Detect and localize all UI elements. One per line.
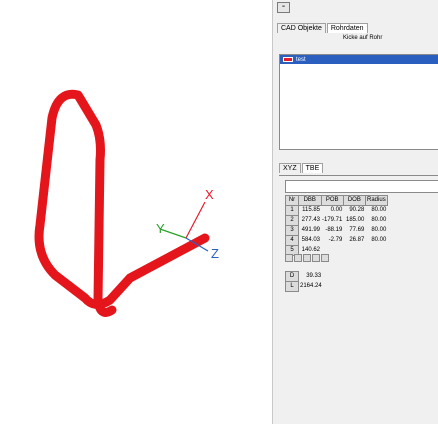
strip-button[interactable] [285, 254, 293, 262]
cell: 0.00 [330, 207, 343, 214]
strip-button[interactable] [321, 254, 329, 262]
column-header: Nr [285, 195, 299, 206]
3d-viewport[interactable]: X Z Y [0, 0, 272, 424]
table-header-row: Nr DBB POB DOB Radius [285, 195, 388, 206]
summary-row: L 2164.24 [285, 281, 323, 292]
y-axis-label: Y [156, 221, 165, 236]
x-axis [185, 201, 206, 239]
toolbar-strip [285, 254, 330, 262]
strip-button[interactable] [312, 254, 320, 262]
list-item-label: test [296, 56, 306, 63]
row-index: 2 [285, 215, 299, 226]
cell: 491.99 [301, 227, 320, 233]
column-header: DOB [342, 195, 366, 206]
tab-underline [279, 175, 438, 176]
cell: -88.19 [325, 227, 343, 233]
minimize-button[interactable]: - [277, 2, 290, 13]
table-row[interactable]: 3 491.99 -88.19 77.69 80.00 [285, 225, 388, 236]
pipe-list[interactable]: test [279, 54, 438, 150]
cell: 80.00 [371, 207, 387, 214]
pipe-view[interactable]: X Z Y [0, 0, 272, 424]
summary-row: D 39.33 [285, 271, 323, 282]
x-axis-label: X [205, 187, 214, 202]
cell [343, 246, 365, 256]
table-row[interactable]: 4 584.03 -2.79 26.87 80.00 [285, 235, 388, 246]
cell: 185.00 [346, 217, 365, 223]
strip-button[interactable] [294, 254, 302, 262]
kicke-auf-rohr-label: Kicke auf Rohr [343, 35, 383, 41]
coordinate-tabs: XYZ TBE [279, 163, 324, 173]
cell: -179.71 [322, 217, 343, 223]
pipe-3d-model[interactable] [34, 89, 210, 317]
list-item[interactable]: test [280, 55, 438, 64]
cell: 115.85 [302, 207, 320, 214]
cell: 26.87 [349, 237, 365, 243]
cell: -2.79 [328, 237, 343, 243]
summary-value: 39.33 [306, 273, 322, 279]
right-panel: - CAD Objekte Rohrdaten Kicke auf Rohr t… [272, 0, 438, 424]
color-swatch [283, 57, 293, 62]
table-row[interactable]: 2 277.43 -179.71 185.00 80.00 [285, 215, 388, 226]
cell: 80.00 [371, 227, 387, 233]
row-index: 1 [285, 205, 299, 216]
column-header: Radius [364, 195, 388, 206]
bend-table[interactable]: Nr DBB POB DOB Radius 1 115.85 0.00 90.2… [285, 195, 388, 256]
column-header: POB [320, 195, 344, 206]
column-header: DBB [298, 195, 322, 206]
selection-field[interactable] [285, 180, 438, 193]
tab-rohrdaten[interactable]: Rohrdaten [326, 23, 368, 33]
row-index: 4 [285, 235, 299, 246]
cell [365, 246, 387, 256]
summary-value: 2164.24 [300, 283, 322, 289]
table-row[interactable]: 1 115.85 0.00 90.28 80.00 [285, 205, 388, 216]
summary-table: D 39.33 L 2164.24 [285, 271, 323, 292]
summary-key: L [285, 281, 299, 292]
cell: 584.03 [301, 237, 320, 243]
cell: 80.00 [371, 237, 387, 243]
tab-cad-objekte[interactable]: CAD Objekte [277, 23, 326, 33]
cell: 90.28 [349, 207, 365, 214]
strip-button[interactable] [303, 254, 311, 262]
tab-xyz[interactable]: XYZ [279, 163, 301, 173]
row-index: 3 [285, 225, 299, 236]
cell: 277.43 [301, 217, 320, 223]
cell: 80.00 [371, 217, 387, 223]
top-tabs: CAD Objekte Rohrdaten [277, 23, 369, 33]
z-axis-label: Z [211, 246, 219, 261]
tab-tbe[interactable]: TBE [301, 163, 324, 173]
cell: 77.69 [349, 227, 365, 233]
summary-key: D [285, 271, 299, 282]
